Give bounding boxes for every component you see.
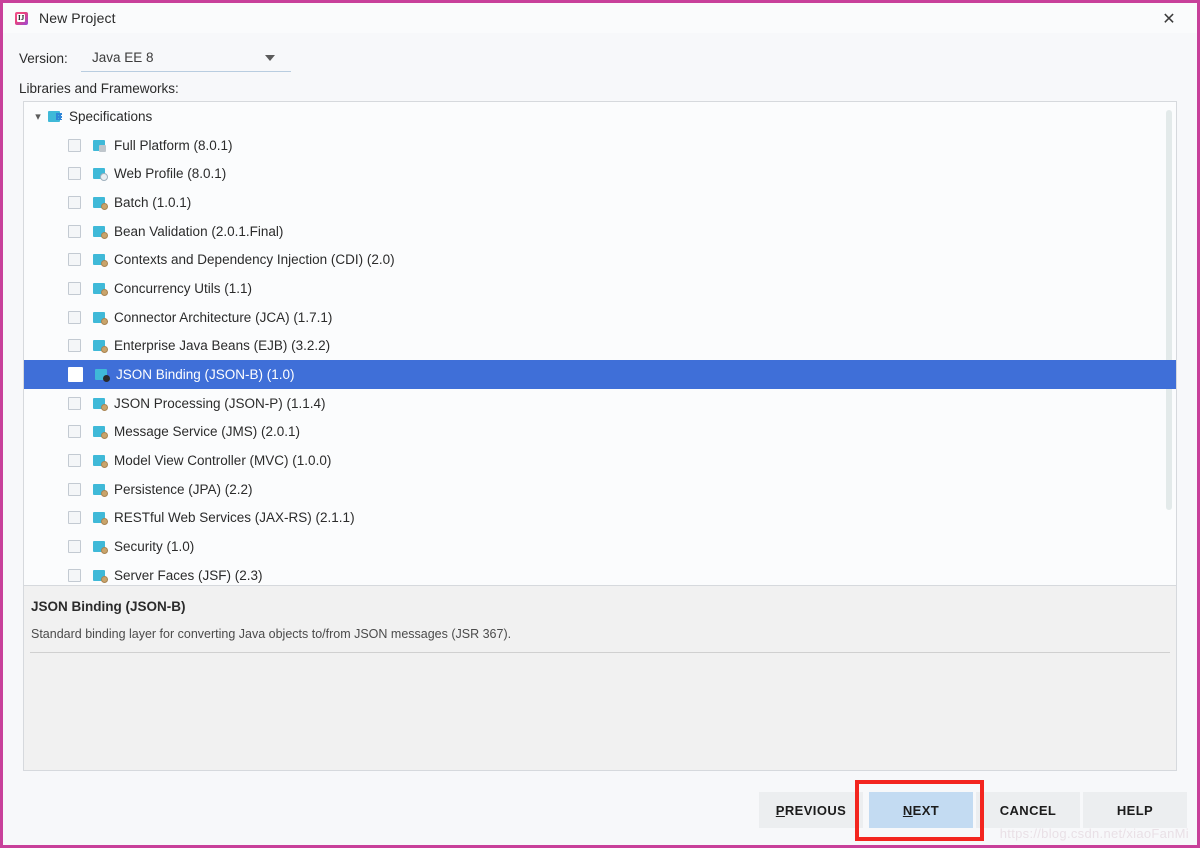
dialog-title: New Project	[39, 10, 116, 26]
web-profile-icon	[93, 167, 108, 182]
tree-item-label: Bean Validation (2.0.1.Final)	[114, 223, 284, 239]
new-project-dialog: IJ New Project ✕ Version: Java EE 8 Libr…	[0, 0, 1200, 848]
tree-item[interactable]: Message Service (JMS) (2.0.1)	[24, 418, 1176, 447]
tree-item-label: Persistence (JPA) (2.2)	[114, 481, 253, 497]
tree-item-checkbox[interactable]	[68, 138, 81, 152]
tree-item-label: Contexts and Dependency Injection (CDI) …	[114, 252, 395, 268]
tree-item-label: Concurrency Utils (1.1)	[114, 280, 253, 296]
tree-item-label: JSON Binding (JSON-B) (1.0)	[116, 367, 295, 383]
version-dropdown[interactable]: Java EE 8	[81, 45, 291, 72]
version-selected-value: Java EE 8	[92, 50, 154, 65]
chevron-down-icon	[265, 54, 275, 61]
tree-item-checkbox[interactable]	[68, 367, 83, 383]
dialog-button-bar: P REVIOUS N EXT CANCEL HELP https://blog.c…	[3, 771, 1197, 845]
description-text: Standard binding layer for converting Ja…	[31, 627, 512, 641]
spec-icon	[93, 339, 108, 354]
tree-item-label: Model View Controller (MVC) (1.0.0)	[114, 453, 332, 469]
tree-item-label: Security (1.0)	[114, 539, 195, 555]
tree-item-label: Server Faces (JSF) (2.3)	[114, 567, 263, 583]
tree-item-checkbox[interactable]	[68, 511, 81, 525]
watermark-text: https://blog.csdn.net/xiaoFanMi	[999, 826, 1189, 841]
tree-item-checkbox[interactable]	[68, 195, 81, 209]
next-button[interactable]: N EXT	[869, 792, 973, 828]
spec-icon	[93, 425, 108, 440]
tree-item[interactable]: Contexts and Dependency Injection (CDI) …	[24, 245, 1176, 274]
version-row: Version: Java EE 8	[3, 33, 1197, 75]
tree-item[interactable]: Web Profile (8.0.1)	[24, 159, 1176, 188]
description-divider	[30, 652, 1170, 653]
description-title: JSON Binding (JSON-B)	[31, 599, 186, 614]
version-label: Version:	[19, 50, 68, 66]
tree-item[interactable]: Concurrency Utils (1.1)	[24, 274, 1176, 303]
tree-item-list: Full Platform (8.0.1) Web Profile (8.0.1)…	[24, 131, 1176, 585]
spec-icon	[93, 511, 108, 526]
tree-item-label: Full Platform (8.0.1)	[114, 137, 233, 153]
tree-item-checkbox[interactable]	[68, 454, 81, 468]
help-button[interactable]: HELP	[1083, 792, 1187, 828]
libraries-tree-panel: ▾ Specifications Full Platform (8.0.1) We…	[23, 101, 1177, 586]
tree-item-checkbox[interactable]	[68, 167, 81, 181]
description-panel: JSON Binding (JSON-B) Standard binding l…	[23, 586, 1177, 771]
dialog-title-bar: IJ New Project ✕	[3, 3, 1197, 33]
spec-icon	[93, 225, 108, 239]
tree-item-checkbox[interactable]	[68, 310, 81, 324]
tree-item[interactable]: Security (1.0)	[24, 532, 1176, 561]
previous-button-label: REVIOUS	[784, 802, 847, 818]
tree-item-checkbox[interactable]	[68, 281, 81, 295]
tree-item-checkbox[interactable]	[68, 339, 81, 353]
spec-icon	[93, 311, 108, 325]
tree-item-checkbox[interactable]	[68, 224, 81, 238]
tree-item[interactable]: Connector Architecture (JCA) (1.7.1)	[24, 303, 1176, 332]
tree-item[interactable]: Enterprise Java Beans (EJB) (3.2.2)	[24, 332, 1176, 361]
tree-item-checkbox[interactable]	[68, 482, 81, 496]
chevron-down-icon[interactable]: ▾	[30, 110, 46, 123]
next-button-label: EXT	[912, 802, 940, 818]
spec-icon	[93, 196, 108, 210]
tree-item-checkbox[interactable]	[68, 568, 81, 582]
tree-item-label: RESTful Web Services (JAX-RS) (2.1.1)	[114, 510, 355, 526]
tree-item[interactable]: Full Platform (8.0.1)	[24, 131, 1176, 160]
previous-button[interactable]: P REVIOUS	[759, 792, 863, 828]
tree-item-checkbox[interactable]	[68, 253, 81, 267]
spec-icon	[93, 483, 108, 497]
tree-item-label: Batch (1.0.1)	[114, 194, 192, 210]
tree-item[interactable]: Batch (1.0.1)	[24, 188, 1176, 217]
tree-item-label: Web Profile (8.0.1)	[114, 166, 227, 182]
close-icon[interactable]: ✕	[1149, 3, 1189, 33]
spec-icon	[93, 569, 108, 583]
cancel-button[interactable]: CANCEL	[976, 792, 1080, 828]
tree-item[interactable]: RESTful Web Services (JAX-RS) (2.1.1)	[24, 504, 1176, 533]
tree-root-specifications[interactable]: ▾ Specifications	[24, 102, 1176, 131]
tree-item[interactable]: JSON Binding (JSON-B) (1.0)	[24, 360, 1176, 389]
spec-icon	[93, 540, 108, 555]
specifications-folder-icon	[48, 110, 62, 123]
tree-item[interactable]: Server Faces (JSF) (2.3)	[24, 561, 1176, 585]
spec-icon	[93, 397, 108, 411]
previous-button-mnemonic: P	[775, 802, 785, 818]
tree-item[interactable]: Model View Controller (MVC) (1.0.0)	[24, 446, 1176, 475]
tree-root-label: Specifications	[69, 108, 153, 124]
tree-item-label: JSON Processing (JSON-P) (1.1.4)	[114, 395, 326, 411]
spec-icon	[93, 454, 108, 469]
tree-item[interactable]: JSON Processing (JSON-P) (1.1.4)	[24, 389, 1176, 418]
tree-item[interactable]: Bean Validation (2.0.1.Final)	[24, 217, 1176, 246]
tree-item-label: Enterprise Java Beans (EJB) (3.2.2)	[114, 338, 331, 354]
tree-item-label: Connector Architecture (JCA) (1.7.1)	[114, 309, 333, 325]
tree-item-checkbox[interactable]	[68, 425, 81, 439]
tree-item-checkbox[interactable]	[68, 396, 81, 410]
platform-icon	[93, 139, 107, 152]
spec-icon	[93, 253, 108, 268]
tree-item-label: Message Service (JMS) (2.0.1)	[114, 424, 301, 440]
tree-item[interactable]: Persistence (JPA) (2.2)	[24, 475, 1176, 504]
libraries-and-frameworks-label: Libraries and Frameworks:	[19, 81, 179, 96]
next-button-mnemonic: N	[902, 802, 913, 818]
intellij-idea-icon: IJ	[13, 10, 29, 26]
spec-icon	[93, 282, 108, 296]
spec-icon-dark	[95, 368, 110, 383]
tree-item-checkbox[interactable]	[68, 540, 81, 554]
next-button-wrapper: N EXT	[855, 780, 984, 841]
